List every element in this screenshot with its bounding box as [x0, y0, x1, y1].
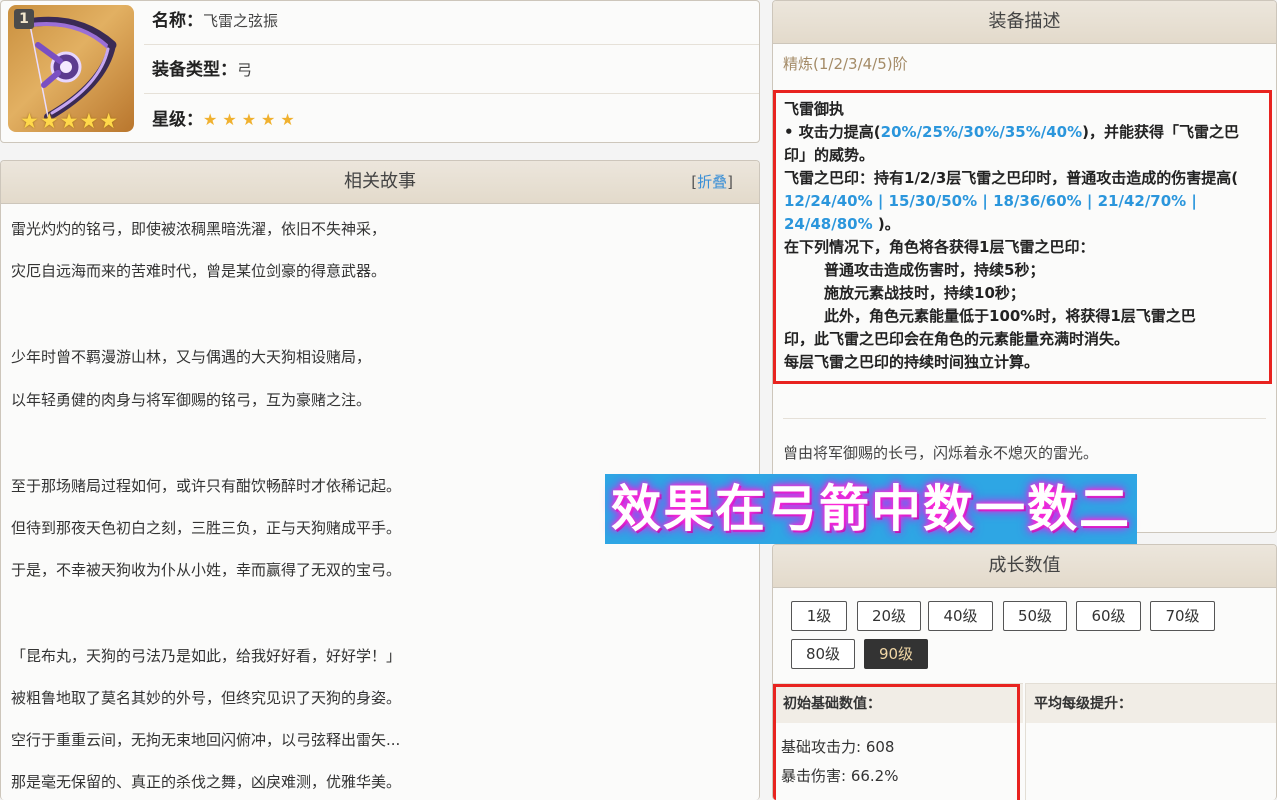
story-line: 雷光灼灼的铭弓，即使被浓稠黑暗洗濯，依旧不失神采，: [11, 220, 387, 238]
story-title: 相关故事: [344, 171, 416, 192]
refinement-label: 精炼(1/2/3/4/5)阶: [783, 55, 908, 73]
atk-bonus-values: 20%/25%/30%/35%/40%: [880, 123, 1083, 141]
level-button-1[interactable]: 1级: [791, 601, 847, 631]
story-line: 至于那场赌局过程如何，或许只有酣饮畅醉时才依稀记起。: [11, 477, 402, 495]
avg-growth-body: [1025, 723, 1276, 800]
story-line: 那是毫无保留的、真正的杀伐之舞，凶戾难测，优雅华美。: [11, 773, 402, 791]
condition-1: 普通攻击造成伤害时，持续5秒；: [824, 261, 1045, 279]
fold-bracket-close: ]: [727, 173, 733, 191]
level-button-60[interactable]: 60级: [1076, 601, 1141, 631]
rarity-row: 星级：★★★★★: [144, 96, 759, 142]
story-line: 空行于重重云间，无拘无束地回闪俯冲，以弓弦释出雷矢...: [11, 731, 401, 749]
story-line: 灾厄自远海而来的苦难时代，曾是某位剑豪的得意武器。: [11, 262, 387, 280]
level-button-90[interactable]: 90级: [864, 639, 928, 669]
name-label: 名称：: [152, 11, 203, 31]
condition-title: 在下列情况下，角色将各获得1层飞雷之巴印：: [784, 238, 1095, 256]
condition-3: 此外，角色元素能量低于100%时，将获得1层飞雷之巴: [824, 307, 1196, 325]
fold-toggle[interactable]: [折叠]: [691, 161, 733, 203]
description-title: 装备描述: [988, 11, 1061, 32]
weapon-info-card: 1 ★★★★★ 名称：飞雷之弦振 装备类型：弓 星级：★★★★★: [0, 0, 760, 143]
fold-link[interactable]: 折叠: [697, 173, 727, 191]
growth-panel: 成长数值 1级 20级 40级 50级 60级 70级 80级 90级 初始基础…: [772, 544, 1277, 800]
story-line: 少年时曾不羁漫游山林，又与偶遇的大天狗相设赌局，: [11, 348, 372, 366]
level-button-80[interactable]: 80级: [791, 639, 855, 669]
rarity-stars-icon: ★★★★★: [203, 110, 300, 129]
refine-level-badge: 1: [14, 9, 34, 29]
effect-description-box: 飞雷御执 • 攻击力提高(20%/25%/30%/35%/40%)，并能获得「飞…: [773, 90, 1272, 384]
type-label: 装备类型：: [152, 60, 237, 80]
flavor-text: 曾由将军御赐的长弓，闪烁着永不熄灭的雷光。: [783, 444, 1099, 462]
seal-effect: 飞雷之巴印：持有1/2/3层飞雷之巴印时，普通攻击造成的伤害提高( 12/24/…: [784, 167, 1261, 236]
description-header: 装备描述: [773, 1, 1276, 44]
type-row: 装备类型：弓: [144, 46, 759, 94]
story-header: 相关故事 [折叠]: [1, 161, 759, 204]
weapon-name: 飞雷之弦振: [203, 12, 279, 30]
base-stats-highlight-box: [773, 684, 1020, 800]
bullet-prefix: • 攻击力提高(: [784, 123, 881, 141]
name-row: 名称：飞雷之弦振: [144, 1, 759, 45]
weapon-image: 1 ★★★★★: [8, 5, 134, 132]
growth-title: 成长数值: [988, 555, 1061, 576]
story-line: 于是，不幸被天狗收为仆从小姓，幸而赢得了无双的宝弓。: [11, 561, 402, 579]
image-rarity-stars: ★★★★★: [20, 109, 120, 132]
rarity-label: 星级：: [152, 110, 203, 130]
seal-values: 12/24/40% | 15/30/50% | 18/36/60% | 21/4…: [784, 192, 1197, 233]
seal-suffix: )。: [877, 215, 900, 233]
level-button-70[interactable]: 70级: [1150, 601, 1215, 631]
growth-header: 成长数值: [773, 545, 1276, 588]
description-panel: 装备描述 精炼(1/2/3/4/5)阶 飞雷御执 • 攻击力提高(20%/25%…: [772, 0, 1277, 533]
seal-prefix: 飞雷之巴印：持有1/2/3层飞雷之巴印时，普通攻击造成的伤害提高(: [784, 169, 1239, 187]
condition-2: 施放元素战技时，持续10秒；: [824, 284, 1025, 302]
effect-footer: 每层飞雷之巴印的持续时间独立计算。: [784, 353, 1040, 371]
story-line: 但待到那夜天色初白之刻，三胜三负，正与天狗赌成平手。: [11, 519, 402, 537]
effect-title: 飞雷御执: [784, 100, 845, 118]
condition-3-rest: 印，此飞雷之巴印会在角色的元素能量充满时消失。: [784, 330, 1130, 348]
weapon-type: 弓: [237, 61, 253, 79]
story-line: 「昆布丸，天狗的弓法乃是如此，给我好好看，好好学！」: [11, 647, 402, 665]
avg-growth-header: 平均每级提升：: [1025, 683, 1276, 723]
effect-bullet: • 攻击力提高(20%/25%/30%/35%/40%)，并能获得「飞雷之巴印」…: [784, 121, 1261, 167]
story-line: 以年轻勇健的肉身与将军御赐的铭弓，互为豪赌之注。: [11, 391, 372, 409]
level-button-40[interactable]: 40级: [928, 601, 993, 631]
overlay-caption-banner: 效果在弓箭中数一数二: [605, 474, 1137, 544]
story-line: 被粗鲁地取了莫名其妙的外号，但终究见识了天狗的身姿。: [11, 689, 402, 707]
divider: [783, 418, 1266, 419]
level-button-50[interactable]: 50级: [1003, 601, 1067, 631]
level-button-20[interactable]: 20级: [857, 601, 921, 631]
